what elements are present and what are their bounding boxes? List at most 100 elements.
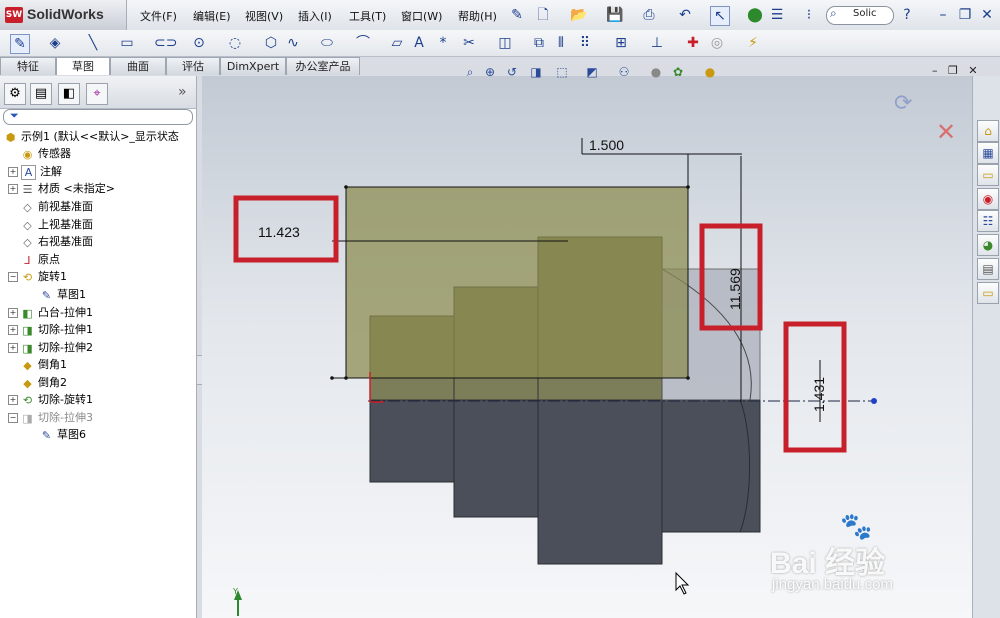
expand-toggle[interactable]: + [8,308,18,318]
rectangle-icon[interactable]: ▭ [118,34,136,52]
menu-edit[interactable]: 编辑(E) [193,8,231,24]
tree-filter-input[interactable]: ⏷ [3,109,193,125]
open-folder-icon[interactable]: 📂 [570,6,588,24]
expand-toggle[interactable]: + [8,184,18,194]
dimension-1431[interactable]: 1.431 [811,377,827,412]
line-icon[interactable]: ╲ [84,34,102,52]
tree-item-sensors[interactable]: ◉ 传感器 [21,145,71,162]
search-box[interactable]: ⌕ Solic [826,6,894,25]
close-app-icon[interactable]: ✕ [978,6,996,24]
new-document-icon[interactable]: 🗋 [534,6,552,24]
minimize-doc-icon[interactable]: – [932,64,938,77]
dimension-11423[interactable]: 11.423 [258,224,300,240]
fillet-icon[interactable]: ⌒ [354,34,372,52]
view-orientation-icon[interactable]: ⬚ [554,64,570,80]
arc-icon[interactable]: ◌ [226,34,244,52]
resources-home-icon[interactable]: ⌂ [977,120,999,142]
configuration-manager-tab-icon[interactable]: ◧ [58,83,80,105]
property-manager-tab-icon[interactable]: ▤ [30,83,52,105]
section-view-icon[interactable]: ◨ [528,64,544,80]
circle-icon[interactable]: ⊙ [190,34,208,52]
point-icon[interactable]: * [434,34,452,52]
rebuild-traffic-light-icon[interactable]: ⬤ [746,6,764,24]
help-icon[interactable]: ? [898,6,916,24]
undo-icon[interactable]: ↶ [676,6,694,24]
menu-help[interactable]: 帮助(H) [458,8,497,24]
zoom-to-area-icon[interactable]: ⊕ [482,64,498,80]
tree-item-cut-revolve1[interactable]: + ⟲ 切除-旋转1 [8,391,93,408]
text-icon[interactable]: A [410,34,428,52]
tree-item-top-plane[interactable]: ◇ 上视基准面 [21,216,93,233]
tab-evaluate[interactable]: 评估 [166,57,220,75]
panel-collapse-icon[interactable]: » [178,84,187,100]
print-icon[interactable]: ⎙ [640,6,658,24]
tab-dimxpert[interactable]: DimXpert [220,57,286,75]
rapid-sketch-icon[interactable]: ⚡ [744,34,762,52]
custom-properties-icon[interactable]: ▤ [977,258,999,280]
tab-features[interactable]: 特征 [0,57,56,75]
expand-toggle[interactable]: + [8,343,18,353]
appearances-icon[interactable]: ◕ [977,234,999,256]
tree-item-cut-extrude1[interactable]: + ◨ 切除-拉伸1 [8,321,93,338]
trim-icon[interactable]: ✂ [460,34,478,52]
minimize-app-icon[interactable]: – [934,6,952,24]
search-3d-icon[interactable]: ◉ [977,188,999,210]
tree-item-chamfer1[interactable]: ◆ 倒角1 [21,356,67,373]
collapse-toggle[interactable]: − [8,272,18,282]
dimension-11569[interactable]: 11.569 [727,268,743,310]
tree-item-boss-extrude1[interactable]: + ◧ 凸台-拉伸1 [8,304,93,321]
sketch-icon[interactable]: ✎ [10,34,30,54]
tree-root[interactable]: ⬢ 示例1 (默认<<默认>_显示状态 [4,128,179,145]
hide-show-icon[interactable]: ⚇ [616,64,632,80]
zoom-to-fit-icon[interactable]: ⌕ [462,64,478,80]
expand-toggle[interactable]: + [8,395,18,405]
move-entities-icon[interactable]: ⊞ [612,34,630,52]
menu-window[interactable]: 窗口(W) [401,8,442,24]
view-settings-icon[interactable]: ● [702,64,718,80]
polygon-icon[interactable]: ⬡ [262,34,280,52]
previous-view-icon[interactable]: ↺ [504,64,520,80]
options-icon[interactable]: ☰ [768,6,786,24]
tree-item-sketch1[interactable]: ✎ 草图1 [40,286,86,303]
tree-item-chamfer2[interactable]: ◆ 倒角2 [21,374,67,391]
tree-item-annotations[interactable]: + A 注解 [8,163,62,180]
convert-entities-icon[interactable]: ◫ [496,34,514,52]
menu-tools[interactable]: 工具(T) [349,8,386,24]
slot-icon[interactable]: ⊂⊃ [154,34,177,52]
apply-scene-icon[interactable]: ✿ [670,64,686,80]
tree-item-cut-extrude3[interactable]: − ◨ 切除-拉伸3 [8,409,93,426]
smart-dimension-icon[interactable]: ◈ [46,34,64,52]
menu-view[interactable]: 视图(V) [245,8,283,24]
tab-sketch[interactable]: 草图 [56,57,110,75]
expand-toggle[interactable]: + [8,325,18,335]
edit-appearance-icon[interactable]: ● [648,64,664,80]
mirror-icon[interactable]: ⫴ [552,34,570,52]
menu-insert[interactable]: 插入(I) [298,8,332,24]
recent-documents-icon[interactable]: ▭ [977,282,999,304]
tree-item-front-plane[interactable]: ◇ 前视基准面 [21,198,93,215]
tab-office-products[interactable]: 办公室产品 [286,57,360,75]
tree-item-sketch6[interactable]: ✎ 草图6 [40,426,86,443]
repair-sketch-icon[interactable]: ✚ [684,34,702,52]
display-style-icon[interactable]: ◩ [584,64,600,80]
tab-surfaces[interactable]: 曲面 [110,57,166,75]
relations-icon[interactable]: ⊥ [648,34,666,52]
select-pointer-icon[interactable]: ↖ [710,6,730,26]
pin-icon[interactable]: ✎ [508,6,526,24]
properties-icon[interactable]: ⁝ [800,6,818,24]
tree-item-right-plane[interactable]: ◇ 右视基准面 [21,233,93,250]
save-icon[interactable]: 💾 [606,6,624,24]
ellipse-icon[interactable]: ⬭ [318,34,336,52]
dimxpert-manager-tab-icon[interactable]: ⌖ [86,83,108,105]
restore-app-icon[interactable]: ❐ [956,6,974,24]
collapse-toggle[interactable]: − [8,413,18,423]
tree-item-origin[interactable]: ⅃ 原点 [21,251,60,268]
expand-toggle[interactable]: + [8,167,18,177]
restore-doc-icon[interactable]: ❐ [948,64,958,77]
feature-tree-tab-icon[interactable]: ⚙ [4,83,26,105]
file-explorer-icon[interactable]: ▭ [977,164,999,186]
offset-icon[interactable]: ⧉ [530,34,548,52]
tree-item-cut-extrude2[interactable]: + ◨ 切除-拉伸2 [8,339,93,356]
design-library-icon[interactable]: ▦ [977,142,999,164]
tree-item-revolve1[interactable]: − ⟲ 旋转1 [8,268,67,285]
